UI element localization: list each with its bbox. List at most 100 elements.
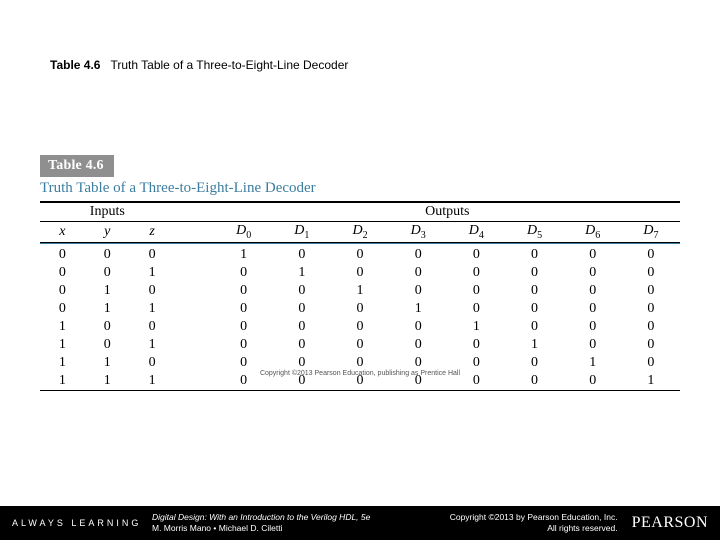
figure-label: Table 4.6: [40, 155, 114, 177]
cell: 0: [447, 282, 505, 300]
col-d2: D2: [331, 222, 389, 243]
col-d1: D1: [273, 222, 331, 243]
slide-heading: Table 4.6 Truth Table of a Three-to-Eight…: [50, 58, 348, 72]
cell: 0: [40, 282, 85, 300]
cell: 0: [622, 246, 680, 264]
cell: 1: [130, 336, 175, 354]
cell: 1: [447, 318, 505, 336]
cell: 0: [505, 264, 563, 282]
figure-caption: Truth Table of a Three-to-Eight-Line Dec…: [40, 180, 680, 197]
always-learning: ALWAYS LEARNING: [0, 518, 122, 528]
cell: 0: [215, 336, 273, 354]
cell: 0: [447, 300, 505, 318]
cell: 0: [215, 318, 273, 336]
cell: 1: [40, 336, 85, 354]
book-title: Digital Design: With an Introduction to …: [152, 512, 370, 522]
cell: 0: [564, 300, 622, 318]
cell: 1: [130, 300, 175, 318]
cell: 1: [215, 246, 273, 264]
pearson-logo: PEARSON: [626, 514, 720, 532]
cell: 0: [389, 318, 447, 336]
cell: 0: [331, 300, 389, 318]
cell: 0: [389, 264, 447, 282]
cell: 0: [85, 264, 130, 282]
cell: 0: [505, 246, 563, 264]
cell: 0: [447, 246, 505, 264]
cell: 0: [564, 318, 622, 336]
truth-table-figure: Table 4.6 Truth Table of a Three-to-Eigh…: [40, 155, 680, 391]
cell: 0: [622, 282, 680, 300]
cell: 0: [331, 318, 389, 336]
cell: 1: [505, 336, 563, 354]
cell: 0: [505, 300, 563, 318]
cell: 1: [85, 282, 130, 300]
col-z: z: [130, 222, 175, 243]
cell: 0: [622, 264, 680, 282]
cell: 1: [130, 264, 175, 282]
cell: 0: [564, 282, 622, 300]
cell: 0: [505, 318, 563, 336]
table-row: 10100000100: [40, 336, 680, 354]
cell: 0: [130, 318, 175, 336]
col-d4: D4: [447, 222, 505, 243]
cell: 1: [85, 300, 130, 318]
col-d5: D5: [505, 222, 563, 243]
cell: 0: [564, 336, 622, 354]
cell: 0: [389, 246, 447, 264]
col-y: y: [85, 222, 130, 243]
cell: 0: [331, 336, 389, 354]
table-row: 01100010000: [40, 300, 680, 318]
cell: 0: [85, 318, 130, 336]
image-credit: Copyright ©2013 Pearson Education, publi…: [0, 370, 720, 377]
table-title: Truth Table of a Three-to-Eight-Line Dec…: [110, 58, 348, 72]
cell: 1: [331, 282, 389, 300]
cell: 0: [40, 246, 85, 264]
book-authors: M. Morris Mano • Michael D. Ciletti: [152, 523, 283, 533]
cell: 0: [389, 336, 447, 354]
col-d7: D7: [622, 222, 680, 243]
col-x: x: [40, 222, 85, 243]
cell: 0: [40, 264, 85, 282]
table-row: 00010000000: [40, 246, 680, 264]
cell: 0: [273, 336, 331, 354]
cell: 0: [447, 264, 505, 282]
cell: 0: [215, 300, 273, 318]
group-inputs: Inputs: [40, 202, 175, 222]
truth-table: Inputs Outputs x y z D0 D1 D2 D3 D4 D5 D…: [40, 201, 680, 391]
cell: 0: [331, 264, 389, 282]
cell: 1: [40, 318, 85, 336]
cell: 1: [273, 264, 331, 282]
table-row: 10000001000: [40, 318, 680, 336]
cell: 0: [273, 300, 331, 318]
cell: 0: [273, 246, 331, 264]
cell: 0: [40, 300, 85, 318]
slide: Table 4.6 Truth Table of a Three-to-Eight…: [0, 0, 720, 540]
cell: 0: [564, 246, 622, 264]
cell: 0: [331, 246, 389, 264]
cell: 0: [389, 282, 447, 300]
table-row: 00101000000: [40, 264, 680, 282]
cell: 0: [622, 318, 680, 336]
header-row: x y z D0 D1 D2 D3 D4 D5 D6 D7: [40, 222, 680, 243]
cell: 0: [505, 282, 563, 300]
col-d3: D3: [389, 222, 447, 243]
cell: 0: [273, 318, 331, 336]
cell: 0: [622, 300, 680, 318]
cell: 0: [215, 264, 273, 282]
cell: 0: [85, 246, 130, 264]
table-number: Table 4.6: [50, 58, 100, 72]
truth-table-body: 0001000000000101000000010001000000110001…: [40, 246, 680, 391]
cell: 0: [215, 282, 273, 300]
cell: 0: [447, 336, 505, 354]
cell: 0: [273, 282, 331, 300]
col-d6: D6: [564, 222, 622, 243]
table-row: 01000100000: [40, 282, 680, 300]
cell: 0: [622, 336, 680, 354]
group-outputs: Outputs: [215, 202, 680, 222]
cell: 0: [564, 264, 622, 282]
col-d0: D0: [215, 222, 273, 243]
book-credit: Digital Design: With an Introduction to …: [122, 512, 450, 533]
cell: 1: [389, 300, 447, 318]
cell: 0: [130, 246, 175, 264]
cell: 0: [130, 282, 175, 300]
